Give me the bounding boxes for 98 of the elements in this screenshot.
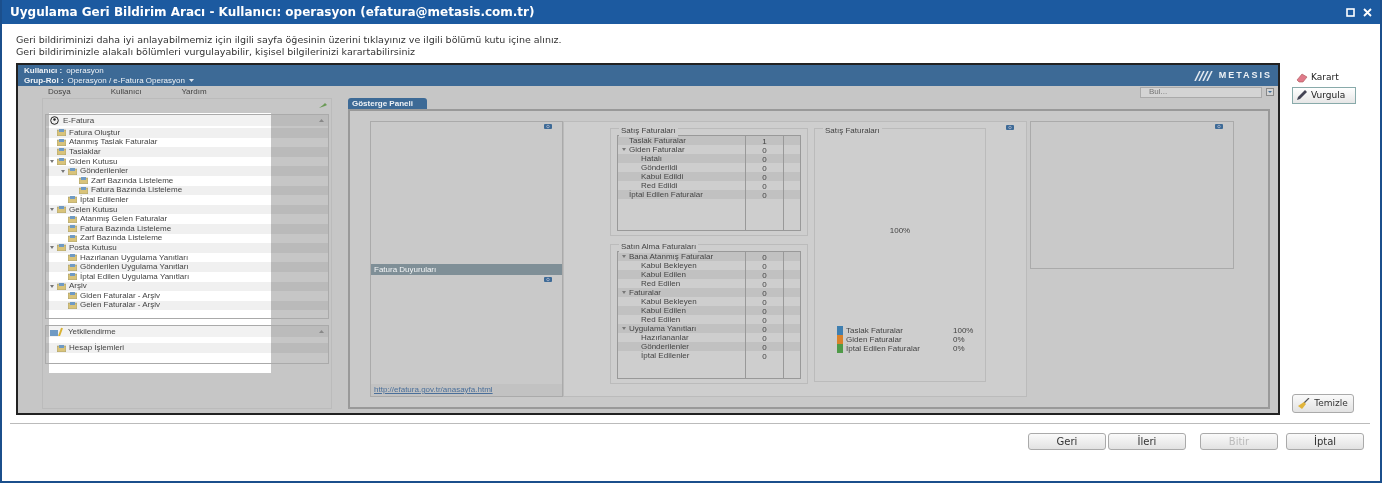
tree-item[interactable]: Hazırlanan Uygulama Yanıtları bbox=[80, 251, 189, 264]
maximize-icon[interactable] bbox=[1346, 7, 1355, 17]
row-label: İptal Edilenler bbox=[641, 349, 690, 362]
instruction-text: Geri bildiriminizi daha iyi anlayabilmemiz için ilgili sayfa öğesinin üzerini tıklayınız ve ilgili bölümü kutu içine alınız. bbox=[16, 34, 563, 46]
refresh-icon[interactable] bbox=[1006, 125, 1014, 130]
refresh-icon[interactable] bbox=[544, 124, 552, 129]
panel-title: Yetkilendirme bbox=[68, 325, 117, 338]
role-value: Operasyon / e-Fatura Operasyon bbox=[67, 75, 185, 86]
tab[interactable]: Gösterge Paneli bbox=[348, 98, 427, 109]
tree-item[interactable]: Zarf Bazında Listeleme bbox=[91, 174, 174, 187]
tree-item[interactable]: İptal Edilenler bbox=[80, 193, 129, 206]
row-value: 0 bbox=[762, 271, 767, 280]
row-value: 0 bbox=[762, 343, 767, 352]
folder-icon bbox=[57, 206, 66, 214]
fieldset-title: Satış Faturaları bbox=[823, 125, 882, 137]
legend-label: İptal Edilen Faturalar bbox=[846, 342, 921, 355]
instruction-text: Geri bildiriminizle alakalı bölümleri vurgulayabilir, kişisel bilgilerinizi karartabilirsiniz bbox=[16, 46, 417, 58]
broom-icon bbox=[1298, 398, 1311, 409]
expander-icon[interactable] bbox=[50, 208, 54, 212]
panel-header: Fatura Duyuruları bbox=[371, 264, 562, 275]
eraser-icon bbox=[1296, 72, 1308, 83]
folder-icon bbox=[57, 244, 66, 252]
folder-icon bbox=[57, 344, 66, 352]
tool-button[interactable]: Karart bbox=[1292, 69, 1356, 87]
folder-icon bbox=[68, 302, 77, 309]
fieldset-title: Satış Faturaları bbox=[619, 125, 678, 137]
folder-icon bbox=[68, 292, 77, 300]
panel-title: E-Fatura bbox=[63, 114, 96, 127]
role-label: Grup-Rol : bbox=[24, 75, 64, 86]
chart-label: 100% bbox=[889, 224, 911, 237]
dialog-button[interactable]: Geri bbox=[1028, 433, 1106, 450]
collapse-icon[interactable] bbox=[319, 118, 324, 123]
row-value: 0 bbox=[762, 316, 767, 325]
folder-icon bbox=[68, 196, 77, 204]
row-label: İptal Edilen Faturalar bbox=[629, 188, 703, 201]
expander-icon[interactable] bbox=[622, 327, 626, 330]
row-label: Bana Atanmış Faturalar bbox=[629, 250, 714, 261]
window-title: Uygulama Geri Bildirim Aracı - Kullanıcı: operasyon (efatura@metasis.com.tr) bbox=[10, 4, 536, 21]
row-value: 0 bbox=[762, 253, 767, 262]
refresh-icon[interactable] bbox=[1215, 124, 1223, 129]
tree-item[interactable]: Atanmış Taslak Faturalar bbox=[69, 136, 158, 149]
folder-icon bbox=[57, 148, 66, 156]
row-value: 0 bbox=[762, 298, 767, 307]
row-value: 0 bbox=[762, 173, 767, 182]
tree-item[interactable]: Zarf Bazında Listeleme bbox=[80, 232, 163, 245]
refresh-icon[interactable] bbox=[544, 277, 552, 282]
row-value: 0 bbox=[762, 289, 767, 298]
expander-icon[interactable] bbox=[622, 291, 626, 294]
row-value: 0 bbox=[762, 146, 767, 155]
folder-icon bbox=[68, 254, 77, 261]
screenshot-capture[interactable] bbox=[16, 63, 1280, 415]
expander-icon[interactable] bbox=[622, 255, 626, 258]
folder-icon bbox=[68, 167, 77, 175]
fieldset-title: Satın Alma Faturaları bbox=[619, 241, 699, 253]
row-value: 0 bbox=[762, 164, 767, 173]
folder-icon bbox=[68, 273, 77, 281]
menu-item[interactable]: Kullanıcı bbox=[110, 86, 142, 98]
tree-item[interactable]: İptal Edilen Uygulama Yanıtları bbox=[80, 270, 190, 283]
expander-icon[interactable] bbox=[50, 246, 54, 250]
clear-button[interactable]: Temizle bbox=[1292, 394, 1354, 413]
pencil-icon bbox=[1296, 89, 1308, 102]
row-value: 0 bbox=[762, 307, 767, 316]
tree-item[interactable]: Taslaklar bbox=[69, 146, 101, 158]
tool-button[interactable]: Vurgula bbox=[1292, 86, 1356, 104]
dialog-button[interactable]: İptal bbox=[1286, 433, 1364, 450]
user-circle-icon bbox=[50, 116, 59, 125]
close-icon[interactable] bbox=[1363, 7, 1372, 17]
user-value: operasyon bbox=[66, 65, 104, 76]
row-value: 0 bbox=[762, 325, 767, 334]
logo-stripes-icon bbox=[1192, 70, 1215, 81]
search-field[interactable]: Bul... bbox=[1140, 86, 1262, 98]
row-value: 0 bbox=[762, 155, 767, 164]
row-value: 0 bbox=[762, 191, 767, 200]
dropdown-icon[interactable] bbox=[1266, 88, 1274, 96]
user-label: Kullanıcı : bbox=[24, 65, 63, 76]
collapse-icon[interactable] bbox=[319, 329, 324, 335]
folder-icon bbox=[68, 215, 77, 223]
folder-icon bbox=[57, 282, 66, 290]
menu-item[interactable]: Yardım bbox=[181, 86, 207, 98]
folder-icon bbox=[57, 158, 66, 166]
tree-item[interactable]: Atanmış Gelen Faturalar bbox=[80, 213, 168, 226]
row-value: 0 bbox=[762, 182, 767, 191]
expander-icon[interactable] bbox=[61, 169, 65, 173]
dialog-button[interactable]: İleri bbox=[1108, 433, 1186, 450]
row-value: 0 bbox=[762, 280, 767, 289]
row-value: 0 bbox=[762, 262, 767, 271]
folder-icon bbox=[68, 263, 77, 271]
expander-icon[interactable] bbox=[50, 160, 54, 164]
row-label: Kabul Bekleyen bbox=[641, 260, 697, 270]
row-value: 1 bbox=[762, 137, 767, 146]
caret-icon[interactable] bbox=[188, 79, 194, 82]
logo-text: METASIS bbox=[1218, 68, 1272, 82]
expander-icon[interactable] bbox=[50, 284, 54, 288]
row-value: 0 bbox=[762, 352, 767, 361]
menu-item[interactable]: Dosya bbox=[48, 86, 71, 98]
tree-item[interactable]: Giden Kutusu bbox=[69, 155, 118, 168]
expander-icon[interactable] bbox=[622, 148, 626, 151]
row-value: 0 bbox=[762, 334, 767, 343]
